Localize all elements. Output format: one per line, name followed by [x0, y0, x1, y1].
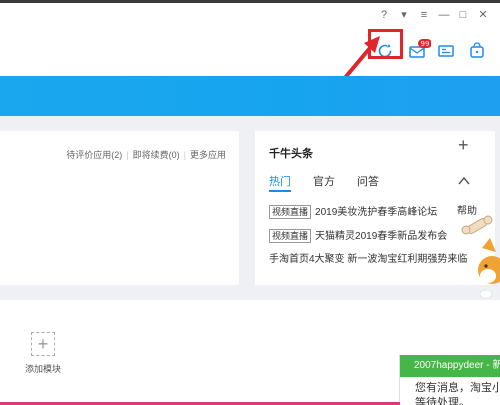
tab-qa[interactable]: 问答: [357, 173, 379, 189]
plus-icon[interactable]: +: [458, 135, 469, 155]
tab-underline: [269, 190, 291, 192]
news-item[interactable]: 手淘首页4大聚变 新一波淘宝红利期强势来临: [269, 250, 467, 265]
link-separator: |: [183, 150, 186, 160]
news-text: 2019美妆洗护春季高峰论坛: [315, 207, 438, 218]
toast-line: 您有消息，淘宝小: [415, 382, 500, 394]
menu-icon[interactable]: ≡: [416, 7, 432, 23]
chevron-up-icon[interactable]: [458, 175, 470, 189]
news-tag: 视频直播: [269, 205, 312, 219]
help-window-icon[interactable]: ?: [376, 7, 392, 23]
news-item[interactable]: 视频直播 2019美妆洗护春季高峰论坛: [269, 203, 437, 219]
minimize-icon[interactable]: —: [436, 7, 452, 23]
card-icon[interactable]: [433, 38, 459, 64]
top-banner[interactable]: [0, 76, 500, 116]
toast-title: 2007happydeer - 新: [400, 355, 500, 377]
pending-review-link[interactable]: 待评价应用(2): [66, 150, 122, 160]
news-card-title: 千牛头条: [269, 148, 313, 160]
notification-toast[interactable]: 2007happydeer - 新 您有消息，淘宝小 等待处理。: [399, 355, 500, 405]
news-item[interactable]: 视频直播 天猫精灵2019春季新品发布会: [269, 227, 447, 243]
skin-icon[interactable]: ▾: [396, 7, 412, 23]
tab-hot[interactable]: 热门: [269, 173, 291, 189]
maximize-icon[interactable]: □: [455, 7, 471, 23]
add-module-button[interactable]: +: [31, 332, 55, 356]
news-text: 手淘首页4大聚变 新一波淘宝红利期强势来临: [269, 254, 468, 265]
window-titlebar: ? ▾ ≡ — □ ✕: [0, 3, 500, 30]
apps-links: 待评价应用(2) | 即将续费(0) | 更多应用: [66, 148, 226, 161]
more-apps-link[interactable]: 更多应用: [190, 150, 226, 160]
renewal-link[interactable]: 即将续费(0): [133, 150, 180, 160]
toast-body: 您有消息，淘宝小 等待处理。: [400, 377, 500, 405]
close-icon[interactable]: ✕: [475, 7, 491, 23]
link-separator: |: [126, 150, 129, 160]
message-icon[interactable]: 99: [405, 38, 432, 64]
tab-official[interactable]: 官方: [313, 173, 335, 189]
corgi-mascot-icon[interactable]: [458, 208, 500, 308]
app-header: 99: [0, 30, 500, 76]
apps-card: 待评价应用(2) | 即将续费(0) | 更多应用: [0, 131, 239, 285]
bag-icon[interactable]: [464, 38, 490, 64]
toast-line: 等待处理。: [415, 397, 470, 405]
add-module-label: 添加模块: [25, 364, 62, 374]
message-badge: 99: [421, 40, 430, 48]
news-text: 天猫精灵2019春季新品发布会: [315, 231, 448, 242]
news-tag: 视频直播: [269, 229, 312, 243]
